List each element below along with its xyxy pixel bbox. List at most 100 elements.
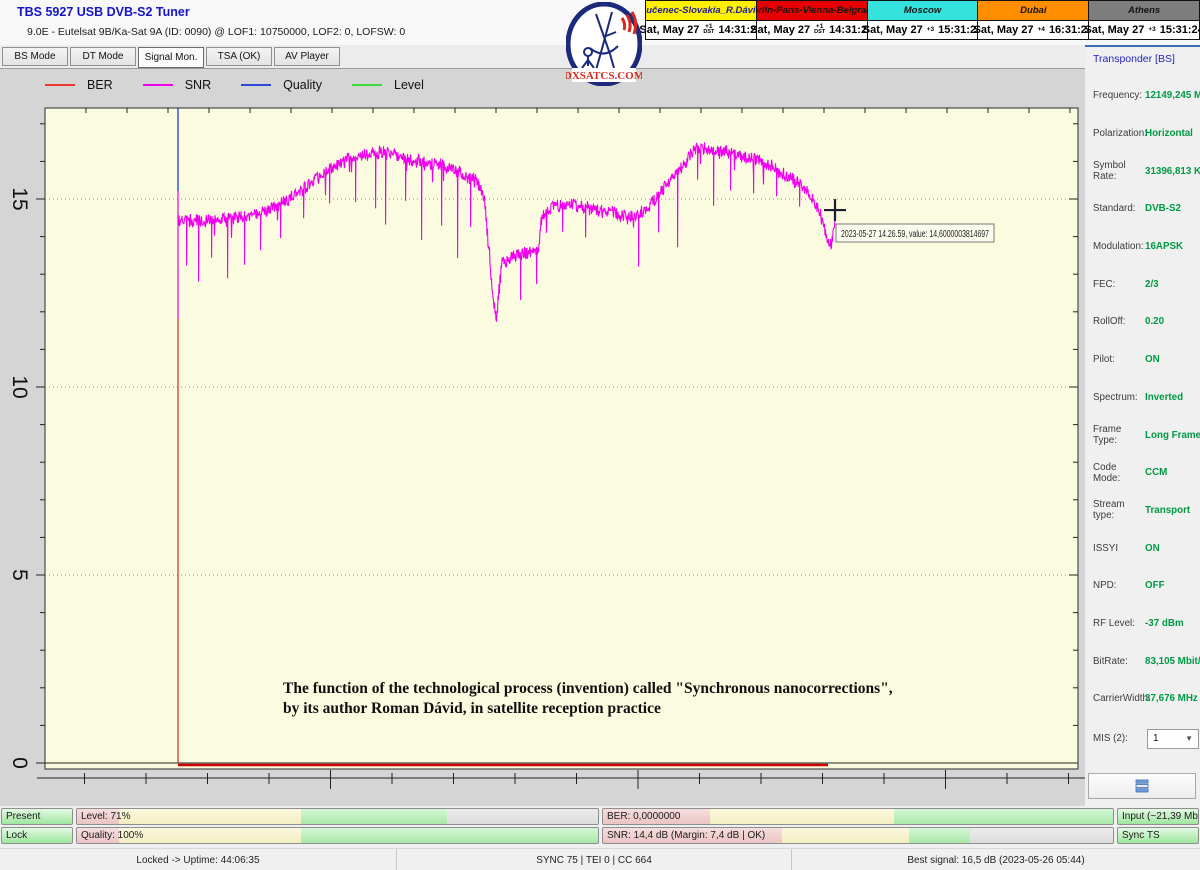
progress-bar-snr: SNR: 14,4 dB (Margin: 7,4 dB | OK) xyxy=(602,827,1114,844)
clock-lu-enec-slovakia-r-d-vid: Lučenec-Slovakia_R.DávidSat, May 27+1DST… xyxy=(646,1,756,39)
field-value: Inverted xyxy=(1145,392,1183,403)
status-sync: SYNC 75 | TEI 0 | CC 664 xyxy=(397,849,792,870)
legend-label-snr: SNR xyxy=(185,78,211,92)
indicator-text: Level: 71% xyxy=(77,811,130,822)
transponder-field-issyi: ISSYION xyxy=(1085,529,1200,567)
transponder-field-pilot-: Pilot:ON xyxy=(1085,341,1200,379)
field-label: Spectrum: xyxy=(1085,392,1145,403)
field-label: Frame Type: xyxy=(1085,424,1145,446)
transponder-field-modulation-: Modulation:16APSK xyxy=(1085,228,1200,266)
indicator-text: BER: 0,0000000 xyxy=(603,811,680,822)
mis-select[interactable]: 1 ▼ xyxy=(1147,729,1199,749)
clock-time: Sat, May 27+315:31:24 xyxy=(1089,21,1199,40)
clock-city-label: Moscow xyxy=(868,1,978,21)
clock-time: Sat, May 27+315:31:24 xyxy=(868,21,978,40)
field-value: 12149,245 MHz xyxy=(1145,90,1200,101)
field-value: OFF xyxy=(1145,580,1165,591)
status-badge-present: Present xyxy=(1,808,73,825)
indicator-text: Present xyxy=(2,811,40,822)
transponder-field-frequency-: Frequency:12149,245 MHz xyxy=(1085,77,1200,115)
clock-city-label: Athens xyxy=(1089,1,1199,21)
field-label: ISSYI xyxy=(1085,543,1145,554)
y-axis-tick-label: 10 xyxy=(8,375,31,398)
transponder-field-spectrum-: Spectrum:Inverted xyxy=(1085,379,1200,417)
tab-dt-mode[interactable]: DT Mode xyxy=(70,47,136,66)
transponder-field-polarization-: Polarization:Horizontal xyxy=(1085,115,1200,153)
list-icon xyxy=(1134,779,1150,793)
snr-chart-plot[interactable]: 051015The function of the technological … xyxy=(0,69,1085,807)
clock-time: Sat, May 27+416:31:24 xyxy=(978,21,1088,40)
field-label: CarrierWidth: xyxy=(1085,693,1145,704)
status-badge-lock: Lock xyxy=(1,827,73,844)
chart-annotation-line2: by its author Roman Dávid, in satellite … xyxy=(283,700,661,717)
world-clocks: Lučenec-Slovakia_R.DávidSat, May 27+1DST… xyxy=(645,0,1200,40)
status-uptime: Locked -> Uptime: 44:06:35 xyxy=(0,849,397,870)
field-value: 83,105 Mbit/s xyxy=(1145,656,1200,667)
bar-segment-green xyxy=(301,809,447,824)
chart-legend: BERSNRQualityLevel xyxy=(45,78,442,92)
tab-bs-mode[interactable]: BS Mode xyxy=(2,47,68,66)
transponder-fields: Frequency:12149,245 MHzPolarization:Hori… xyxy=(1085,77,1200,718)
bar-segment-green xyxy=(894,809,1113,824)
chart-annotation-line1: The function of the technological proces… xyxy=(283,680,893,697)
tab-bar: BS Mode DT Mode Signal Mon. TSA (OK) AV … xyxy=(0,45,1085,68)
field-label: FEC: xyxy=(1085,279,1145,290)
transponder-field-stream-type-: Stream type:Transport xyxy=(1085,492,1200,530)
field-label: RollOff: xyxy=(1085,316,1145,327)
y-axis-tick-label: 5 xyxy=(8,569,31,581)
field-label: Frequency: xyxy=(1085,90,1145,101)
transponder-sidebar: Transponder [BS] Frequency:12149,245 MHz… xyxy=(1085,45,1200,806)
clock-time: Sat, May 27+1DST14:31:24 xyxy=(646,21,756,40)
clock-berlin-paris-vienna-belgrade: Berlin-Paris-Vienna-BelgradeSat, May 27+… xyxy=(756,1,867,39)
transponder-field-fec-: FEC:2/3 xyxy=(1085,265,1200,303)
transponder-field-symbol-rate-: Symbol Rate:31396,813 KS/s xyxy=(1085,152,1200,190)
tab-signal-mon[interactable]: Signal Mon. xyxy=(138,47,204,68)
field-value: Horizontal xyxy=(1145,128,1193,139)
status-bar: Locked -> Uptime: 44:06:35 SYNC 75 | TEI… xyxy=(0,848,1200,870)
transponder-field-bitrate-: BitRate:83,105 Mbit/s xyxy=(1085,642,1200,680)
bar-segment-gray xyxy=(447,809,598,824)
transponder-field-code-mode-: Code Mode:CCM xyxy=(1085,454,1200,492)
legend-label-level: Level xyxy=(394,78,424,92)
stream-list-button[interactable] xyxy=(1088,773,1196,799)
transponder-field-rf-level-: RF Level:-37 dBm xyxy=(1085,605,1200,643)
field-value: DVB-S2 xyxy=(1145,203,1181,214)
bar-segment-yellow xyxy=(710,809,894,824)
field-value: 2/3 xyxy=(1145,279,1159,290)
indicator-row: PresentLevel: 71%BER: 0,0000000Input (~2… xyxy=(0,808,1200,825)
indicator-text: Sync TS xyxy=(1118,830,1160,841)
bar-segment-yellow xyxy=(119,809,301,824)
tab-tsa[interactable]: TSA (OK) xyxy=(206,47,272,66)
signal-chart-panel: BERSNRQualityLevel 051015The function of… xyxy=(0,68,1085,806)
indicator-row: LockQuality: 100%SNR: 14,4 dB (Margin: 7… xyxy=(0,827,1200,844)
transponder-field-npd-: NPD:OFF xyxy=(1085,567,1200,605)
progress-bar-level: Level: 71% xyxy=(76,808,599,825)
field-value: -37 dBm xyxy=(1145,618,1184,629)
logo-text: DXSATCS.COM xyxy=(566,70,642,82)
clock-city-label: Lučenec-Slovakia_R.Dávid xyxy=(646,1,756,21)
y-axis-tick-label: 0 xyxy=(8,757,31,769)
clock-dubai: DubaiSat, May 27+416:31:24 xyxy=(977,1,1088,39)
field-value: 37,676 MHz xyxy=(1145,693,1198,704)
status-badge-sync-ts: Sync TS xyxy=(1117,827,1199,844)
tab-av-player[interactable]: AV Player xyxy=(274,47,340,66)
field-value: CCM xyxy=(1145,467,1167,478)
bar-segment-yellow xyxy=(782,828,910,843)
field-value: Transport xyxy=(1145,505,1190,516)
legend-swatch-level xyxy=(352,84,382,86)
bar-segment-gray xyxy=(970,828,1113,843)
signal-indicators: PresentLevel: 71%BER: 0,0000000Input (~2… xyxy=(0,806,1200,848)
bar-segment-yellow xyxy=(119,828,301,843)
clock-time: Sat, May 27+1DST14:31:24 xyxy=(757,21,867,40)
field-value: ON xyxy=(1145,354,1160,365)
field-label: Symbol Rate: xyxy=(1085,160,1145,182)
field-label: RF Level: xyxy=(1085,618,1145,629)
bar-segment-green xyxy=(301,828,598,843)
transponder-field-frame-type-: Frame Type:Long Frame xyxy=(1085,416,1200,454)
legend-swatch-snr xyxy=(143,84,173,86)
dxsatcs-logo: DXSATCS.COM xyxy=(566,2,642,86)
field-label: NPD: xyxy=(1085,580,1145,591)
progress-bar-quality: Quality: 100% xyxy=(76,827,599,844)
legend-label-quality: Quality xyxy=(283,78,322,92)
field-label: Standard: xyxy=(1085,203,1145,214)
